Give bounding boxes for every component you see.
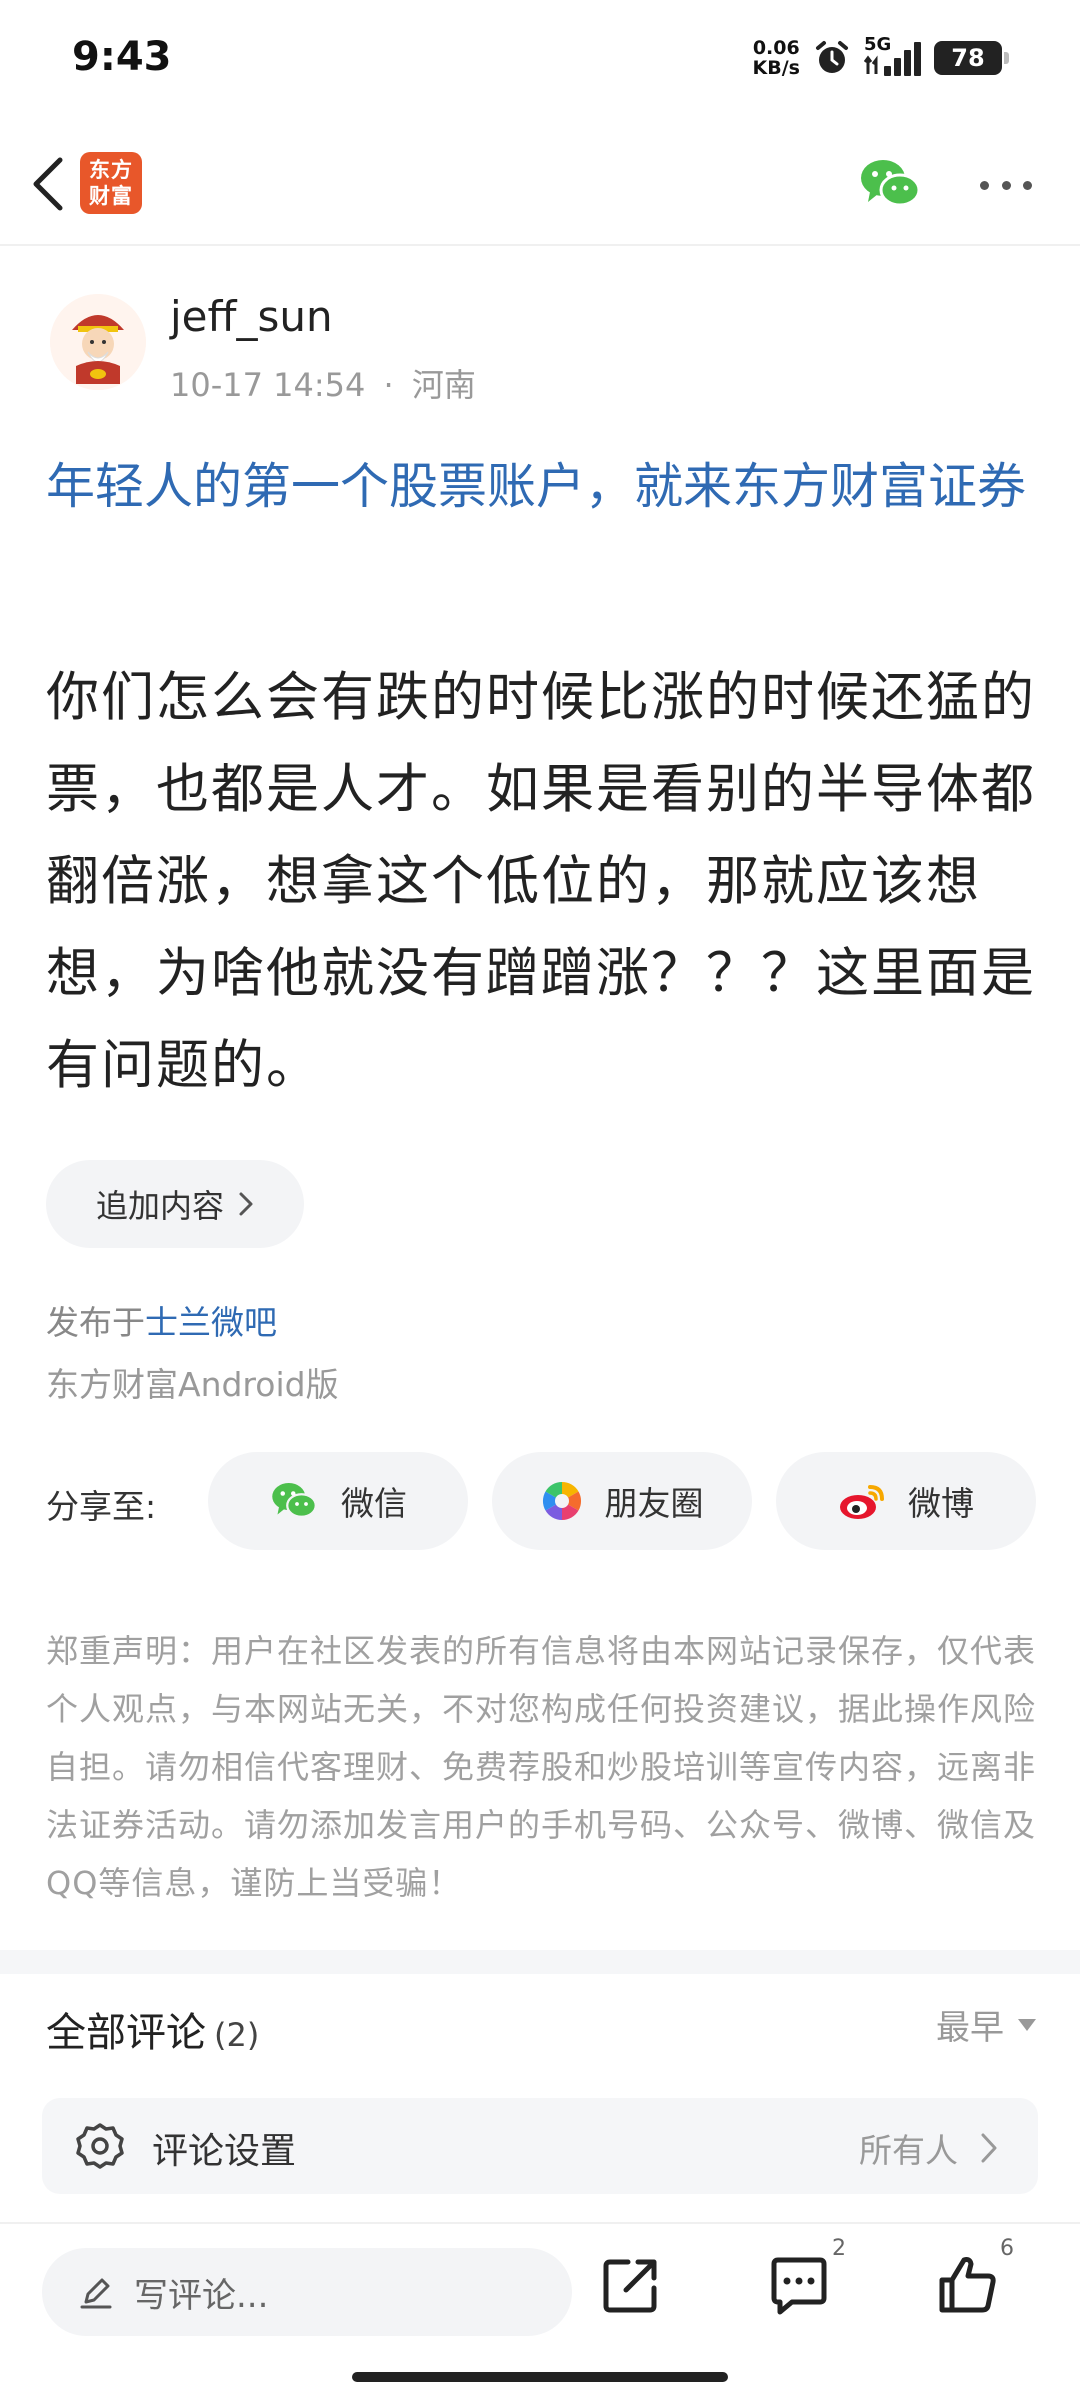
back-button[interactable] (18, 152, 78, 216)
section-divider (0, 1950, 1080, 1974)
share-label: 分享至: (46, 1487, 157, 1526)
post-meta: 10-17 14:54 · 河南 (170, 360, 476, 406)
comments-title: 全部评论 (46, 2010, 206, 2056)
share-external-icon (603, 2259, 657, 2313)
comment-input-placeholder: 写评论... (134, 2275, 269, 2316)
caret-down-icon (1018, 2018, 1036, 2031)
wechat-share-button[interactable] (858, 156, 922, 212)
meta-separator: · (383, 366, 394, 404)
comment-count-badge: 2 (832, 2236, 846, 2261)
like-button[interactable]: 6 (934, 2236, 1014, 2318)
more-dot-icon (1023, 180, 1032, 190)
sort-label: 最早 (936, 2008, 1004, 2048)
thumbs-up-icon (939, 2257, 996, 2313)
post-title[interactable]: 年轻人的第一个股票账户，就来东方财富证券 (46, 448, 1036, 526)
comment-icon (771, 2257, 827, 2315)
comments-header: 全部评论 (2) (46, 2000, 259, 2058)
published-prefix: 发布于 (46, 1303, 145, 1342)
comment-sort-dropdown[interactable]: 最早 (936, 2000, 1036, 2049)
share-weibo-button[interactable]: 微博 (776, 1452, 1036, 1550)
top-nav-bar: 东方 财富 (0, 120, 1080, 246)
share-button[interactable] (598, 2252, 664, 2318)
post-platform: 东方财富Android版 (46, 1365, 339, 1404)
weibo-icon (840, 1485, 884, 1519)
status-bar: 9:43 0.06 KB/s 5G 78 (0, 0, 1080, 120)
comment-settings-label: 评论设置 (152, 2131, 297, 2172)
comments-count: (2) (214, 2016, 260, 2054)
post-body: 你们怎么会有跌的时候比涨的时候还猛的票，也都是人才。如果是看别的半导体都翻倍涨，… (46, 667, 1036, 1096)
chevron-left-icon (33, 157, 63, 211)
share-moments-label: 朋友圈 (604, 1484, 704, 1523)
author-name[interactable]: jeff_sun (170, 292, 333, 341)
post-time: 10-17 14:54 (170, 366, 366, 404)
more-options-button[interactable] (976, 160, 1036, 210)
append-content-label: 追加内容 (95, 1187, 224, 1225)
moments-icon (542, 1482, 581, 1520)
wechat-icon (861, 160, 921, 207)
more-dot-icon (980, 180, 989, 190)
share-moments-button[interactable]: 朋友圈 (492, 1452, 752, 1550)
gear-icon (76, 2123, 124, 2169)
signal-indicator: 5G (864, 34, 922, 78)
status-indicators: 0.06 KB/s 5G 78 (752, 34, 1009, 82)
chevron-right-icon (981, 2133, 997, 2163)
more-dot-icon (1001, 180, 1011, 190)
network-speed: 0.06 KB/s (752, 37, 800, 79)
share-weibo-label: 微博 (908, 1484, 974, 1523)
alarm-icon (816, 41, 848, 73)
append-content-button[interactable]: 追加内容 (46, 1160, 304, 1248)
home-indicator[interactable] (352, 2372, 728, 2382)
app-logo[interactable]: 东方 财富 (80, 152, 142, 214)
comments-button[interactable]: 2 (766, 2236, 846, 2318)
like-count-badge: 6 (1000, 2236, 1014, 2261)
comment-settings-value: 所有人 (859, 2124, 998, 2172)
wechat-icon (272, 1483, 317, 1518)
battery-indicator: 78 (934, 41, 1009, 75)
avatar-image (50, 294, 146, 390)
post-location: 河南 (411, 366, 476, 404)
comment-permission-value: 所有人 (859, 2131, 958, 2170)
comment-settings-row[interactable]: 评论设置 所有人 (42, 2098, 1038, 2194)
comment-input[interactable]: 写评论... (42, 2248, 572, 2336)
author-avatar[interactable] (50, 294, 146, 390)
pencil-icon (80, 2278, 112, 2309)
bottom-action-bar: 写评论... 2 6 (0, 2222, 1080, 2400)
share-wechat-label: 微信 (341, 1484, 407, 1523)
chevron-right-icon (239, 1192, 253, 1216)
share-wechat-button[interactable]: 微信 (208, 1452, 468, 1550)
disclaimer-text: 郑重声明：用户在社区发表的所有信息将由本网站记录保存，仅代表个人观点，与本网站无… (46, 1632, 1037, 1902)
status-time: 9:43 (72, 34, 172, 80)
published-in: 发布于士兰微吧 (46, 1296, 277, 1344)
stock-bar-link[interactable]: 士兰微吧 (145, 1303, 277, 1342)
